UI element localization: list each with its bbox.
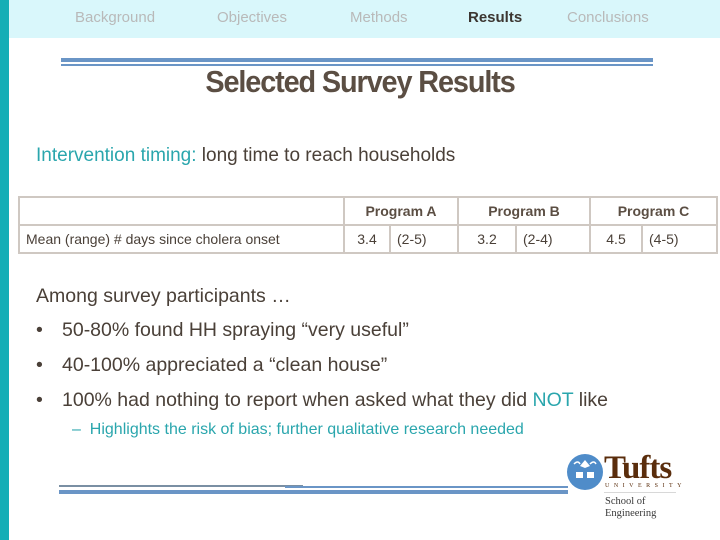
program-a-range: (2-5): [389, 224, 459, 254]
nav-item-methods[interactable]: Methods: [350, 9, 408, 26]
table-row: Mean (range) # days since cholera onset …: [18, 224, 718, 254]
subheading-label: Intervention timing:: [36, 145, 197, 166]
left-accent-bar: [0, 0, 9, 540]
logo-wordmark: Tufts: [604, 450, 672, 486]
findings-intro: Among survey participants …: [36, 285, 291, 307]
sub-bullet-dash: –: [72, 421, 81, 438]
logo-school-line1: School of: [605, 496, 646, 507]
footer-rule-thin-left: [59, 485, 303, 487]
program-b-mean: 3.2: [457, 224, 517, 254]
bullet-dot: •: [36, 389, 43, 411]
sub-bullet: – Highlights the risk of bias; further q…: [72, 421, 524, 439]
table-header-row: Program A Program B Program C: [18, 196, 718, 226]
program-c-range: (4-5): [641, 224, 718, 254]
nav-item-objectives[interactable]: Objectives: [217, 9, 287, 26]
nav-item-results[interactable]: Results: [468, 9, 522, 26]
title-rule-thick: [61, 58, 653, 62]
footer-rule-thick: [59, 490, 568, 494]
bullet-text: 40-100% appreciated a “clean house”: [62, 354, 388, 376]
slide-title: Selected Survey Results: [205, 64, 515, 99]
logo-divider: [604, 492, 676, 493]
finding-bullet: • 40-100% appreciated a “clean house”: [36, 354, 387, 377]
section-nav: Background Objectives Methods Results Co…: [9, 0, 720, 38]
footer-rule-thin-right: [285, 486, 568, 488]
results-table: Program A Program B Program C Mean (rang…: [18, 196, 718, 254]
table-header-blank: [18, 196, 345, 226]
nav-item-background[interactable]: Background: [75, 9, 155, 26]
bullet-dot: •: [36, 354, 43, 376]
program-a-mean: 3.4: [343, 224, 391, 254]
bullet-text-after: like: [573, 389, 608, 411]
tufts-logo: Tufts UNIVERSITY School of Engineering: [566, 450, 716, 522]
bullet-text: 50-80% found HH spraying “very useful”: [62, 319, 409, 341]
subheading-text: long time to reach households: [196, 145, 456, 166]
logo-school-line2: Engineering: [605, 508, 657, 519]
finding-bullet: • 50-80% found HH spraying “very useful”: [36, 319, 409, 342]
table-header-program-c: Program C: [589, 196, 718, 226]
table-header-program-a: Program A: [343, 196, 459, 226]
logo-school: School of Engineering: [605, 496, 656, 520]
logo-university: UNIVERSITY: [605, 483, 686, 489]
bullet-dot: •: [36, 319, 43, 341]
row-label: Mean (range) # days since cholera onset: [18, 224, 345, 254]
bullet-highlight: NOT: [532, 389, 574, 411]
program-b-range: (2-4): [515, 224, 591, 254]
table-header-program-b: Program B: [457, 196, 591, 226]
subheading: Intervention timing: long time to reach …: [36, 145, 455, 167]
finding-bullet: • 100% had nothing to report when asked w…: [36, 389, 608, 412]
bullet-text-before: 100% had nothing to report when asked wh…: [62, 389, 533, 411]
sub-bullet-text: Highlights the risk of bias; further qua…: [89, 421, 524, 438]
nav-item-conclusions[interactable]: Conclusions: [567, 9, 649, 26]
program-c-mean: 4.5: [589, 224, 643, 254]
